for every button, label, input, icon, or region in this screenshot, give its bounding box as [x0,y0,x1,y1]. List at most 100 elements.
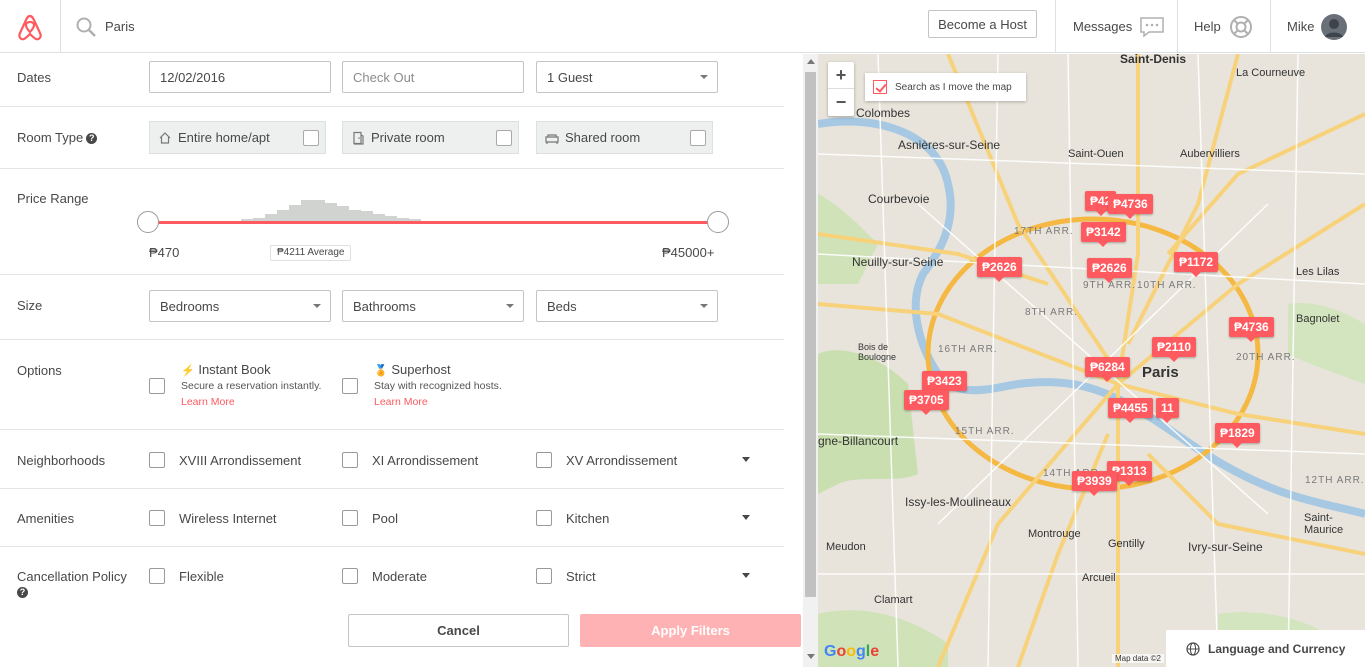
room-type-entire-checkbox[interactable] [303,130,319,146]
cancellation-label-text: Cancellation Policy [17,569,127,584]
bedrooms-select[interactable]: Bedrooms [149,290,331,322]
price-slider-track[interactable] [148,221,718,224]
amenity-checkbox[interactable] [149,510,165,526]
room-type-entire[interactable]: Entire home/apt [149,121,326,154]
dates-row: Dates 12/02/2016 Check Out 1 Guest [0,54,784,107]
cancellation-checkbox[interactable] [342,568,358,584]
map-place-label: Bagnolet [1296,313,1340,325]
sofa-icon [545,133,559,144]
instant-book-title: ⚡ Instant Book [181,362,271,377]
map-price-pin[interactable]: ₱3423 [922,371,967,396]
cancel-button[interactable]: Cancel [348,614,569,647]
app-root: Paris Become a Host Messages Help Mike D… [0,0,1365,667]
map-price-pin[interactable]: ₱4455 [1108,398,1153,423]
room-type-entire-label: Entire home/apt [178,130,270,145]
apply-filters-button[interactable]: Apply Filters [580,614,801,647]
superhost-learn-more[interactable]: Learn More [374,396,428,408]
zoom-in-button[interactable]: + [828,62,854,89]
room-type-label-text: Room Type [17,130,84,145]
map-price-pin[interactable]: ₱3142 [1081,222,1126,247]
map-place-label: La Courneuve [1236,67,1306,79]
price-max-handle[interactable] [707,211,729,233]
map-place-label: Meudon [826,541,866,553]
guests-select[interactable]: 1 Guest [536,61,718,93]
search-as-move-checkbox[interactable] [873,80,887,94]
map-place-label: Colombes [856,106,911,120]
map-price-pin[interactable]: ₱4736 [1108,194,1153,219]
user-menu[interactable]: Mike [1270,0,1365,53]
panel-scrollbar[interactable] [803,54,818,667]
map-price-pin[interactable]: ₱4736 [1229,317,1274,342]
amenity-checkbox[interactable] [536,510,552,526]
scroll-thumb[interactable] [805,72,816,597]
map-price-pin[interactable]: ₱3705 [904,390,949,415]
superhost-title-text: Superhost [391,362,451,377]
become-host-button[interactable]: Become a Host [928,10,1037,38]
map-price-pin[interactable]: ₱2626 [977,257,1022,282]
neighborhood-checkbox[interactable] [342,452,358,468]
messages-link[interactable]: Messages [1055,0,1177,53]
neighborhood-checkbox[interactable] [536,452,552,468]
map-place-label: 8TH ARR. [1025,307,1079,318]
neighborhood-label: XI Arrondissement [372,453,479,468]
cancellation-row: Cancellation Policy? Flexible Moderate S… [0,547,784,607]
scroll-down-icon[interactable] [807,654,815,659]
airbnb-logo[interactable] [0,0,61,53]
room-type-private-checkbox[interactable] [496,130,512,146]
help-link[interactable]: Help [1177,0,1270,53]
check-out-field[interactable]: Check Out [342,61,524,93]
expand-amenities-icon[interactable] [742,515,750,520]
language-currency-label: Language and Currency [1208,641,1346,656]
amenity-label: Pool [372,511,399,526]
map-price-pin[interactable]: ₱1172 [1174,252,1219,277]
neighborhoods-label: Neighborhoods [17,453,106,468]
expand-cancellation-icon[interactable] [742,573,750,578]
room-type-private[interactable]: Private room [342,121,519,154]
amenity-label: Wireless Internet [179,511,277,526]
map-price-pin[interactable]: ₱6284 [1085,357,1130,382]
cancellation-checkbox[interactable] [536,568,552,584]
cancellation-option-label: Moderate [372,569,427,584]
amenity-checkbox[interactable] [342,510,358,526]
expand-neighborhoods-icon[interactable] [742,457,750,462]
search-as-move-toggle[interactable]: Search as I move the map [865,73,1026,101]
map-price-pin[interactable]: ₱2110 [1152,337,1197,362]
beds-select[interactable]: Beds [536,290,718,322]
map-price-pin[interactable]: ₱2626 [1087,258,1132,283]
search-query[interactable]: Paris [105,19,135,34]
search-bar[interactable]: Paris [61,0,661,53]
scroll-up-icon[interactable] [807,59,815,64]
cancellation-checkbox[interactable] [149,568,165,584]
map-view[interactable]: Saint-Denis La Courneuve Colombes Asnièr… [818,54,1365,667]
cancellation-option-label: Strict [566,569,596,584]
language-currency-button[interactable]: Language and Currency [1166,630,1365,667]
price-average-badge: ₱4211 Average [270,245,352,261]
zoom-out-button[interactable]: − [828,89,854,116]
map-price-pin[interactable]: ₱1829 [1215,423,1260,448]
help-label: Help [1194,19,1221,34]
map-place-label: 17TH ARR. [1014,226,1074,237]
map-place-label: 15TH ARR. [955,426,1015,437]
map-place-label: Les Lilas [1296,266,1340,278]
instant-book-checkbox[interactable] [149,378,165,394]
chevron-down-icon [700,304,708,308]
lifebuoy-icon [1229,15,1252,38]
amenity-label: Kitchen [566,511,610,526]
room-type-shared[interactable]: Shared room [536,121,713,154]
chevron-down-icon [313,304,321,308]
price-min-handle[interactable] [137,211,159,233]
superhost-checkbox[interactable] [342,378,358,394]
user-name: Mike [1287,19,1315,34]
map-price-pin[interactable]: 11 [1156,398,1179,423]
map-price-pin[interactable]: ₱3939 [1072,471,1117,496]
house-icon [159,131,171,144]
price-range-label: Price Range [17,191,89,206]
instant-book-learn-more[interactable]: Learn More [181,396,235,408]
check-in-field[interactable]: 12/02/2016 [149,61,331,93]
help-icon[interactable]: ? [86,133,98,144]
room-type-private-label: Private room [371,130,445,145]
bathrooms-select[interactable]: Bathrooms [342,290,524,322]
room-type-shared-checkbox[interactable] [690,130,706,146]
neighborhood-checkbox[interactable] [149,452,165,468]
help-icon[interactable]: ? [17,587,28,598]
